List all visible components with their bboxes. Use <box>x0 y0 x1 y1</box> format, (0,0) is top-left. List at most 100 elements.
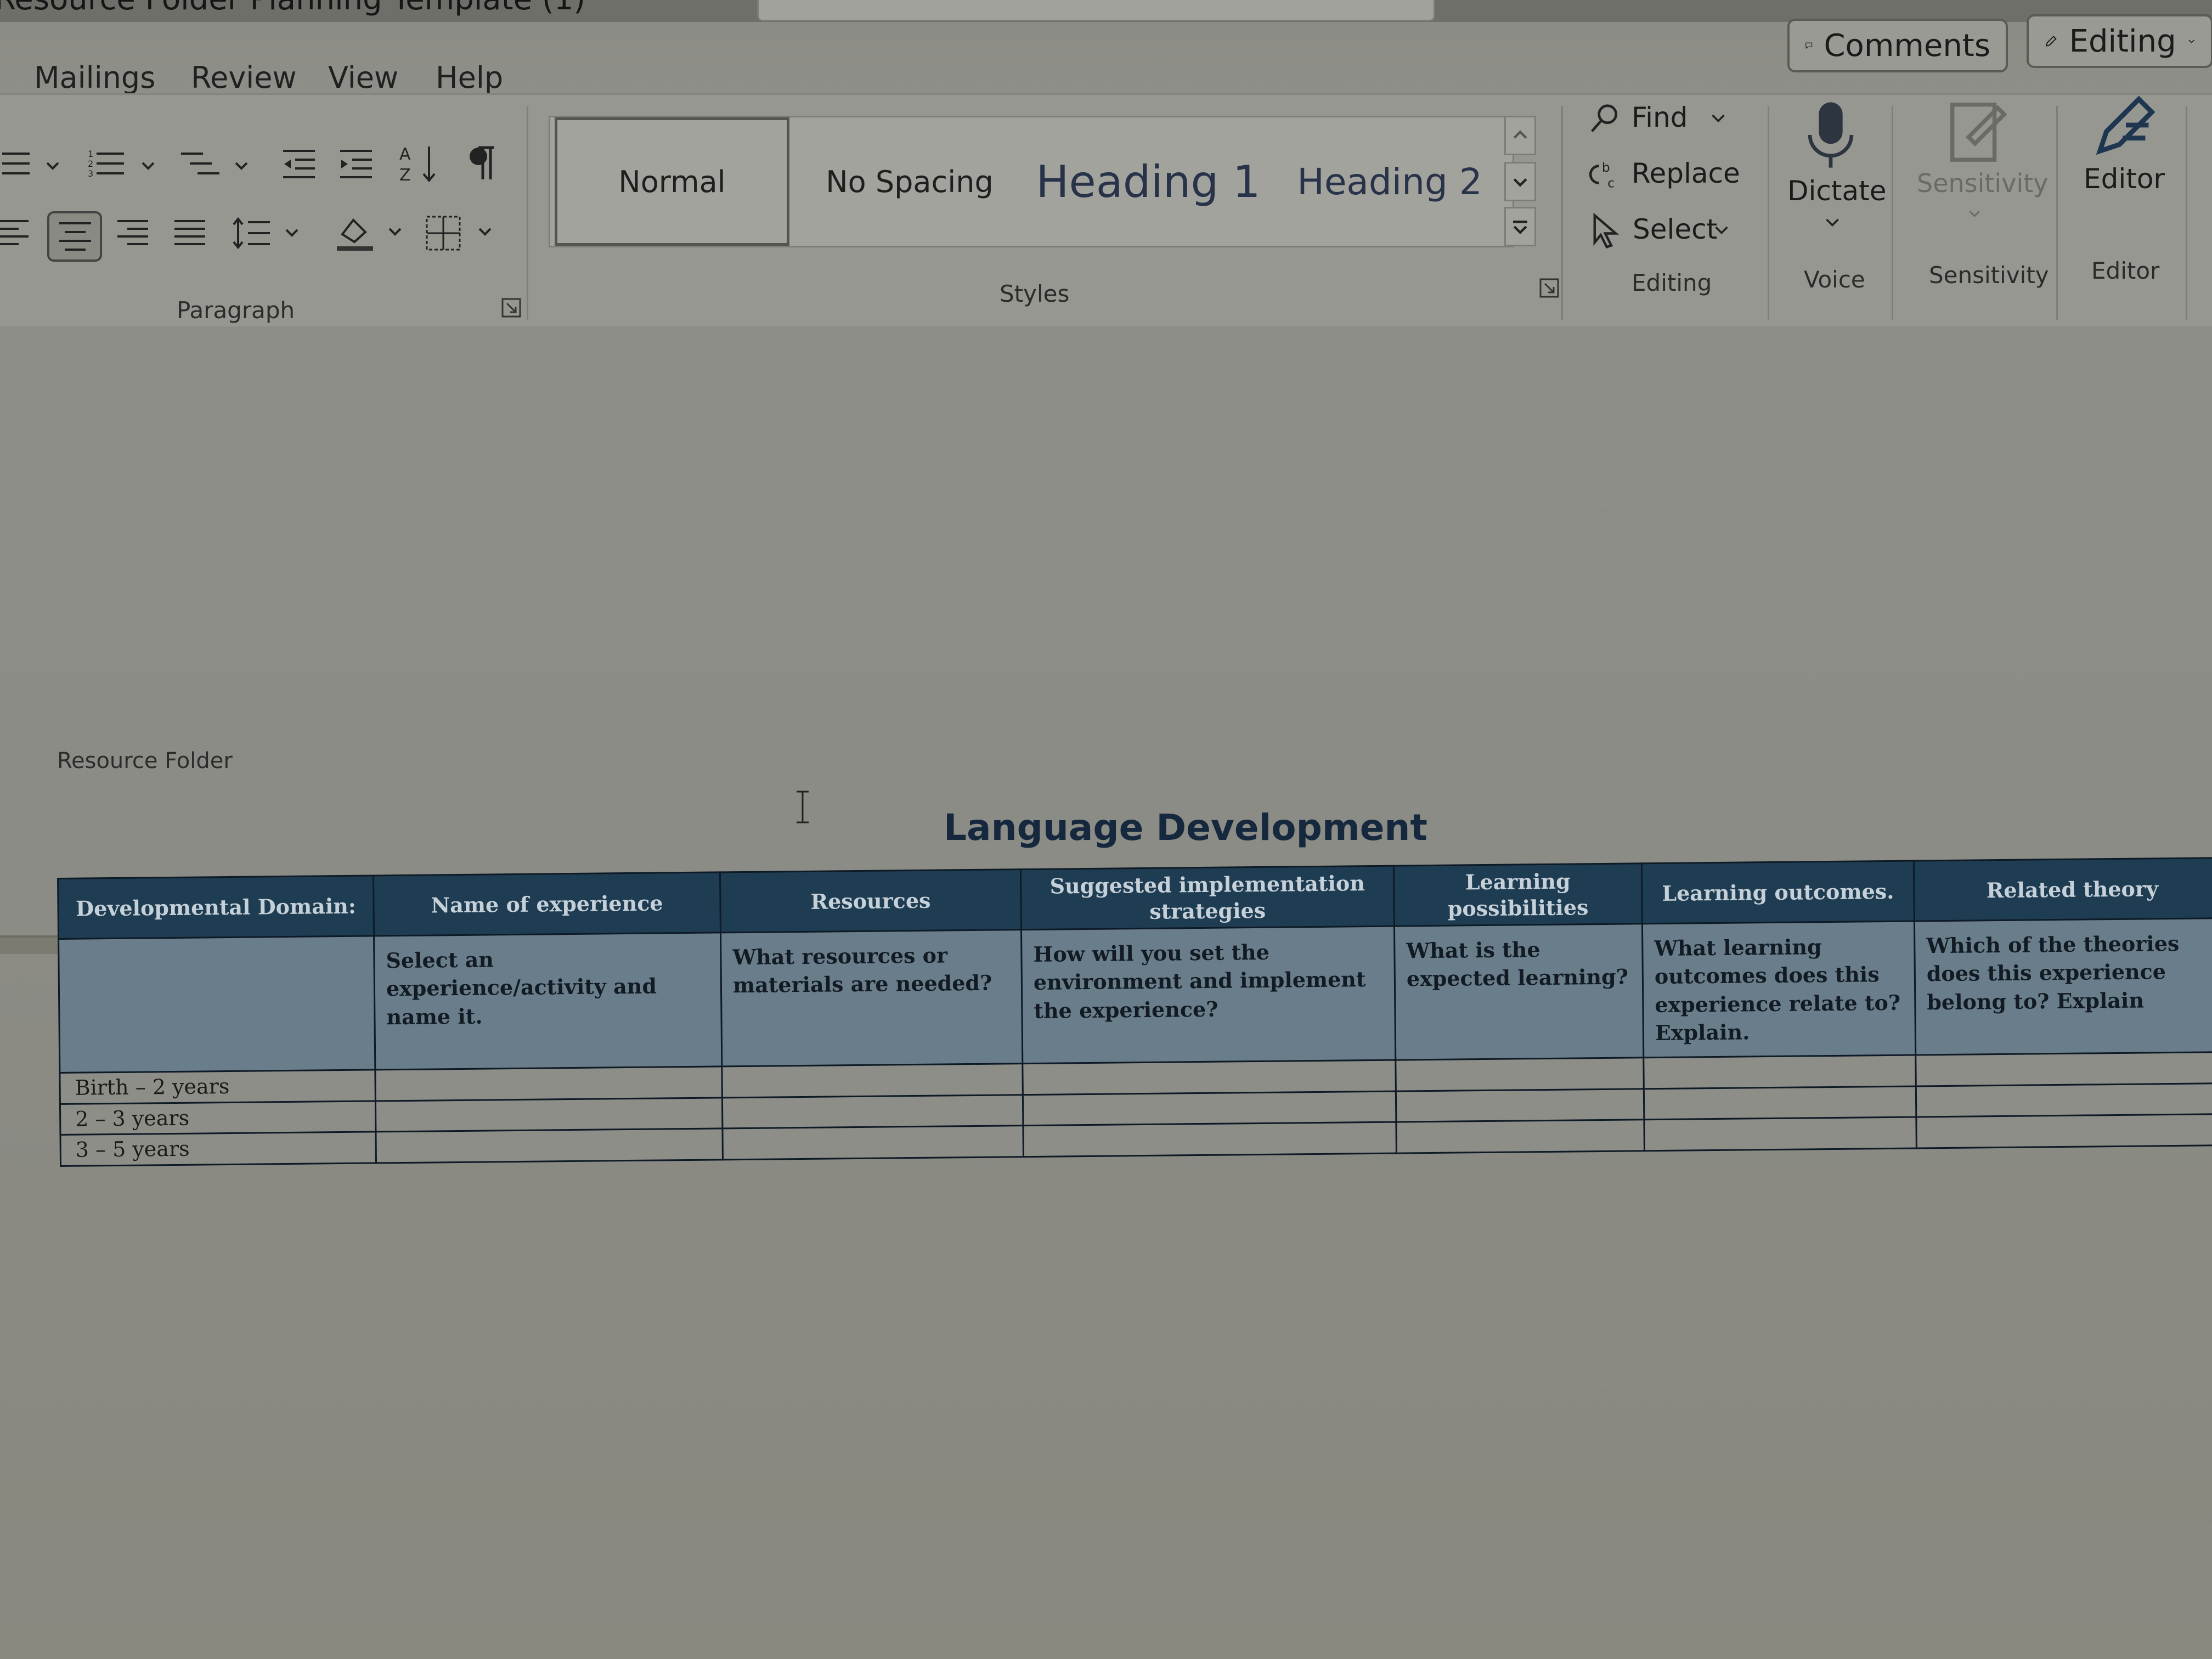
chevron-down-icon <box>1712 114 1725 123</box>
table-cell[interactable] <box>375 1128 723 1163</box>
table-cell[interactable] <box>722 1094 1023 1129</box>
document-name: Resource Folder Planning Template (1) <box>0 0 585 17</box>
table-cell[interactable] <box>1396 1120 1645 1154</box>
age-cell-birth-2[interactable]: Birth – 2 years <box>59 1070 376 1104</box>
style-normal[interactable]: Normal <box>555 117 789 246</box>
justify-icon[interactable] <box>171 217 210 250</box>
styles-gallery: Normal No Spacing Heading 1 Heading 2 <box>549 116 1514 247</box>
expand-gallery-icon <box>1513 221 1527 234</box>
tab-review[interactable]: Review <box>191 60 297 95</box>
group-separator <box>2056 106 2058 320</box>
table-cell[interactable] <box>1022 1060 1396 1095</box>
show-formatting-marks-icon[interactable] <box>466 144 497 183</box>
shading-icon[interactable] <box>335 212 411 254</box>
style-heading-2[interactable]: Heading 2 <box>1274 117 1505 246</box>
prompt-cell[interactable]: How will you set the environment and imp… <box>1021 926 1396 1064</box>
sensitivity-button[interactable]: Sensitivity <box>1909 95 2048 243</box>
table-cell[interactable] <box>721 1063 1023 1098</box>
find-button[interactable]: Find <box>1588 97 1752 139</box>
editing-mode-label: Editing <box>2069 23 2176 59</box>
prompt-cell[interactable]: Select an experience/activity and name i… <box>374 932 722 1070</box>
borders-icon[interactable] <box>424 212 500 254</box>
table-cell[interactable] <box>1644 1117 1917 1151</box>
group-separator <box>1561 106 1563 320</box>
header-cell-related-theory[interactable]: Related theory <box>1914 857 2212 922</box>
table-prompt-row: Select an experience/activity and name i… <box>58 918 2212 1073</box>
svg-text:c: c <box>1607 176 1615 190</box>
table-cell[interactable] <box>722 1125 1024 1160</box>
styles-scroll-down-button[interactable] <box>1504 162 1536 201</box>
search-box[interactable] <box>757 0 1435 21</box>
search-icon <box>1591 104 1617 132</box>
numbering-icon[interactable]: 1 2 3 <box>88 148 159 180</box>
comments-label: Comments <box>1824 27 1990 64</box>
select-button[interactable]: Select <box>1588 209 1763 251</box>
header-cell-developmental-domain[interactable]: Developmental Domain: <box>58 875 374 939</box>
table-cell[interactable] <box>1915 1052 2212 1086</box>
dictate-button[interactable]: Dictate <box>1784 95 1887 243</box>
replace-button[interactable]: b c Replace <box>1588 153 1769 195</box>
styles-group-label: Styles <box>1000 280 1070 307</box>
prompt-cell[interactable]: What resources or materials are needed? <box>720 929 1023 1067</box>
document-title[interactable]: Language Development <box>944 806 1427 849</box>
svg-text:Z: Z <box>399 166 411 185</box>
prompt-cell[interactable]: Which of the theories does this experien… <box>1914 918 2212 1056</box>
age-cell-2-3[interactable]: 2 – 3 years <box>60 1101 376 1135</box>
chevron-down-icon <box>1715 226 1728 235</box>
sensitivity-icon <box>1950 103 2007 162</box>
table-cell[interactable] <box>1916 1083 2212 1118</box>
svg-text:b: b <box>1602 160 1610 175</box>
bullets-icon[interactable] <box>0 148 66 180</box>
tab-mailings[interactable]: Mailings <box>34 60 155 95</box>
align-center-button[interactable] <box>47 211 102 262</box>
chevron-down-icon <box>1513 178 1527 187</box>
tab-view[interactable]: View <box>328 60 398 95</box>
prompt-cell[interactable] <box>58 935 375 1073</box>
age-cell-3-5[interactable]: 3 – 5 years <box>60 1132 376 1166</box>
table-cell[interactable] <box>1643 1055 1916 1089</box>
select-label: Select <box>1633 213 1718 245</box>
prompt-cell[interactable]: What learning outcomes does this experie… <box>1642 921 1916 1058</box>
table-cell[interactable] <box>1644 1086 1916 1120</box>
multilevel-list-icon[interactable] <box>181 148 252 180</box>
style-heading-1[interactable]: Heading 1 <box>1033 117 1263 246</box>
table-cell[interactable] <box>1396 1088 1644 1122</box>
sort-icon[interactable]: A Z <box>398 142 442 186</box>
table-cell[interactable] <box>1916 1114 2212 1148</box>
sensitivity-group-label: Sensitivity <box>1929 262 2049 289</box>
pointer-icon <box>1593 212 1620 249</box>
styles-more-button[interactable] <box>1504 207 1536 246</box>
dictate-label: Dictate <box>1787 175 1887 207</box>
replace-label: Replace <box>1632 157 1740 189</box>
editor-button[interactable]: Editor <box>2072 95 2176 243</box>
table-cell[interactable] <box>375 1097 723 1132</box>
line-spacing-icon[interactable] <box>233 216 309 251</box>
table-cell[interactable] <box>1023 1091 1396 1126</box>
paragraph-group-label: Paragraph <box>177 297 295 324</box>
align-right-icon[interactable] <box>114 217 153 250</box>
header-cell-learning-possibilities[interactable]: Learning possibilities <box>1393 863 1643 927</box>
header-cell-name-of-experience[interactable]: Name of experience <box>373 872 721 936</box>
editor-pen-icon <box>2096 95 2155 155</box>
header-cell-resources[interactable]: Resources <box>720 869 1022 933</box>
editing-mode-button[interactable]: Editing <box>2027 14 2212 68</box>
align-left-icon[interactable] <box>0 217 33 250</box>
prompt-cell[interactable]: What is the expected learning? <box>1394 923 1644 1060</box>
table-cell[interactable] <box>1395 1057 1644 1091</box>
planning-table: Developmental Domain: Name of experience… <box>57 857 2212 1167</box>
voice-group-label: Voice <box>1804 266 1865 293</box>
header-cell-learning-outcomes[interactable]: Learning outcomes. <box>1641 861 1915 924</box>
chevron-down-icon <box>2188 40 2194 43</box>
comments-button[interactable]: Comments <box>1787 19 2008 72</box>
table-cell[interactable] <box>375 1066 723 1101</box>
tab-help[interactable]: Help <box>436 60 503 95</box>
styles-scroll-up-button[interactable] <box>1504 116 1536 155</box>
styles-dialog-launcher-icon[interactable] <box>1538 277 1560 299</box>
table-cell[interactable] <box>1023 1122 1397 1157</box>
decrease-indent-icon[interactable] <box>280 146 318 182</box>
header-cell-implementation-strategies[interactable]: Suggested implementation strategies <box>1020 866 1395 930</box>
increase-indent-icon[interactable] <box>337 146 375 182</box>
style-no-spacing[interactable]: No Spacing <box>797 117 1022 246</box>
chevron-down-icon <box>1826 218 1839 227</box>
paragraph-dialog-launcher-icon[interactable] <box>500 297 522 319</box>
